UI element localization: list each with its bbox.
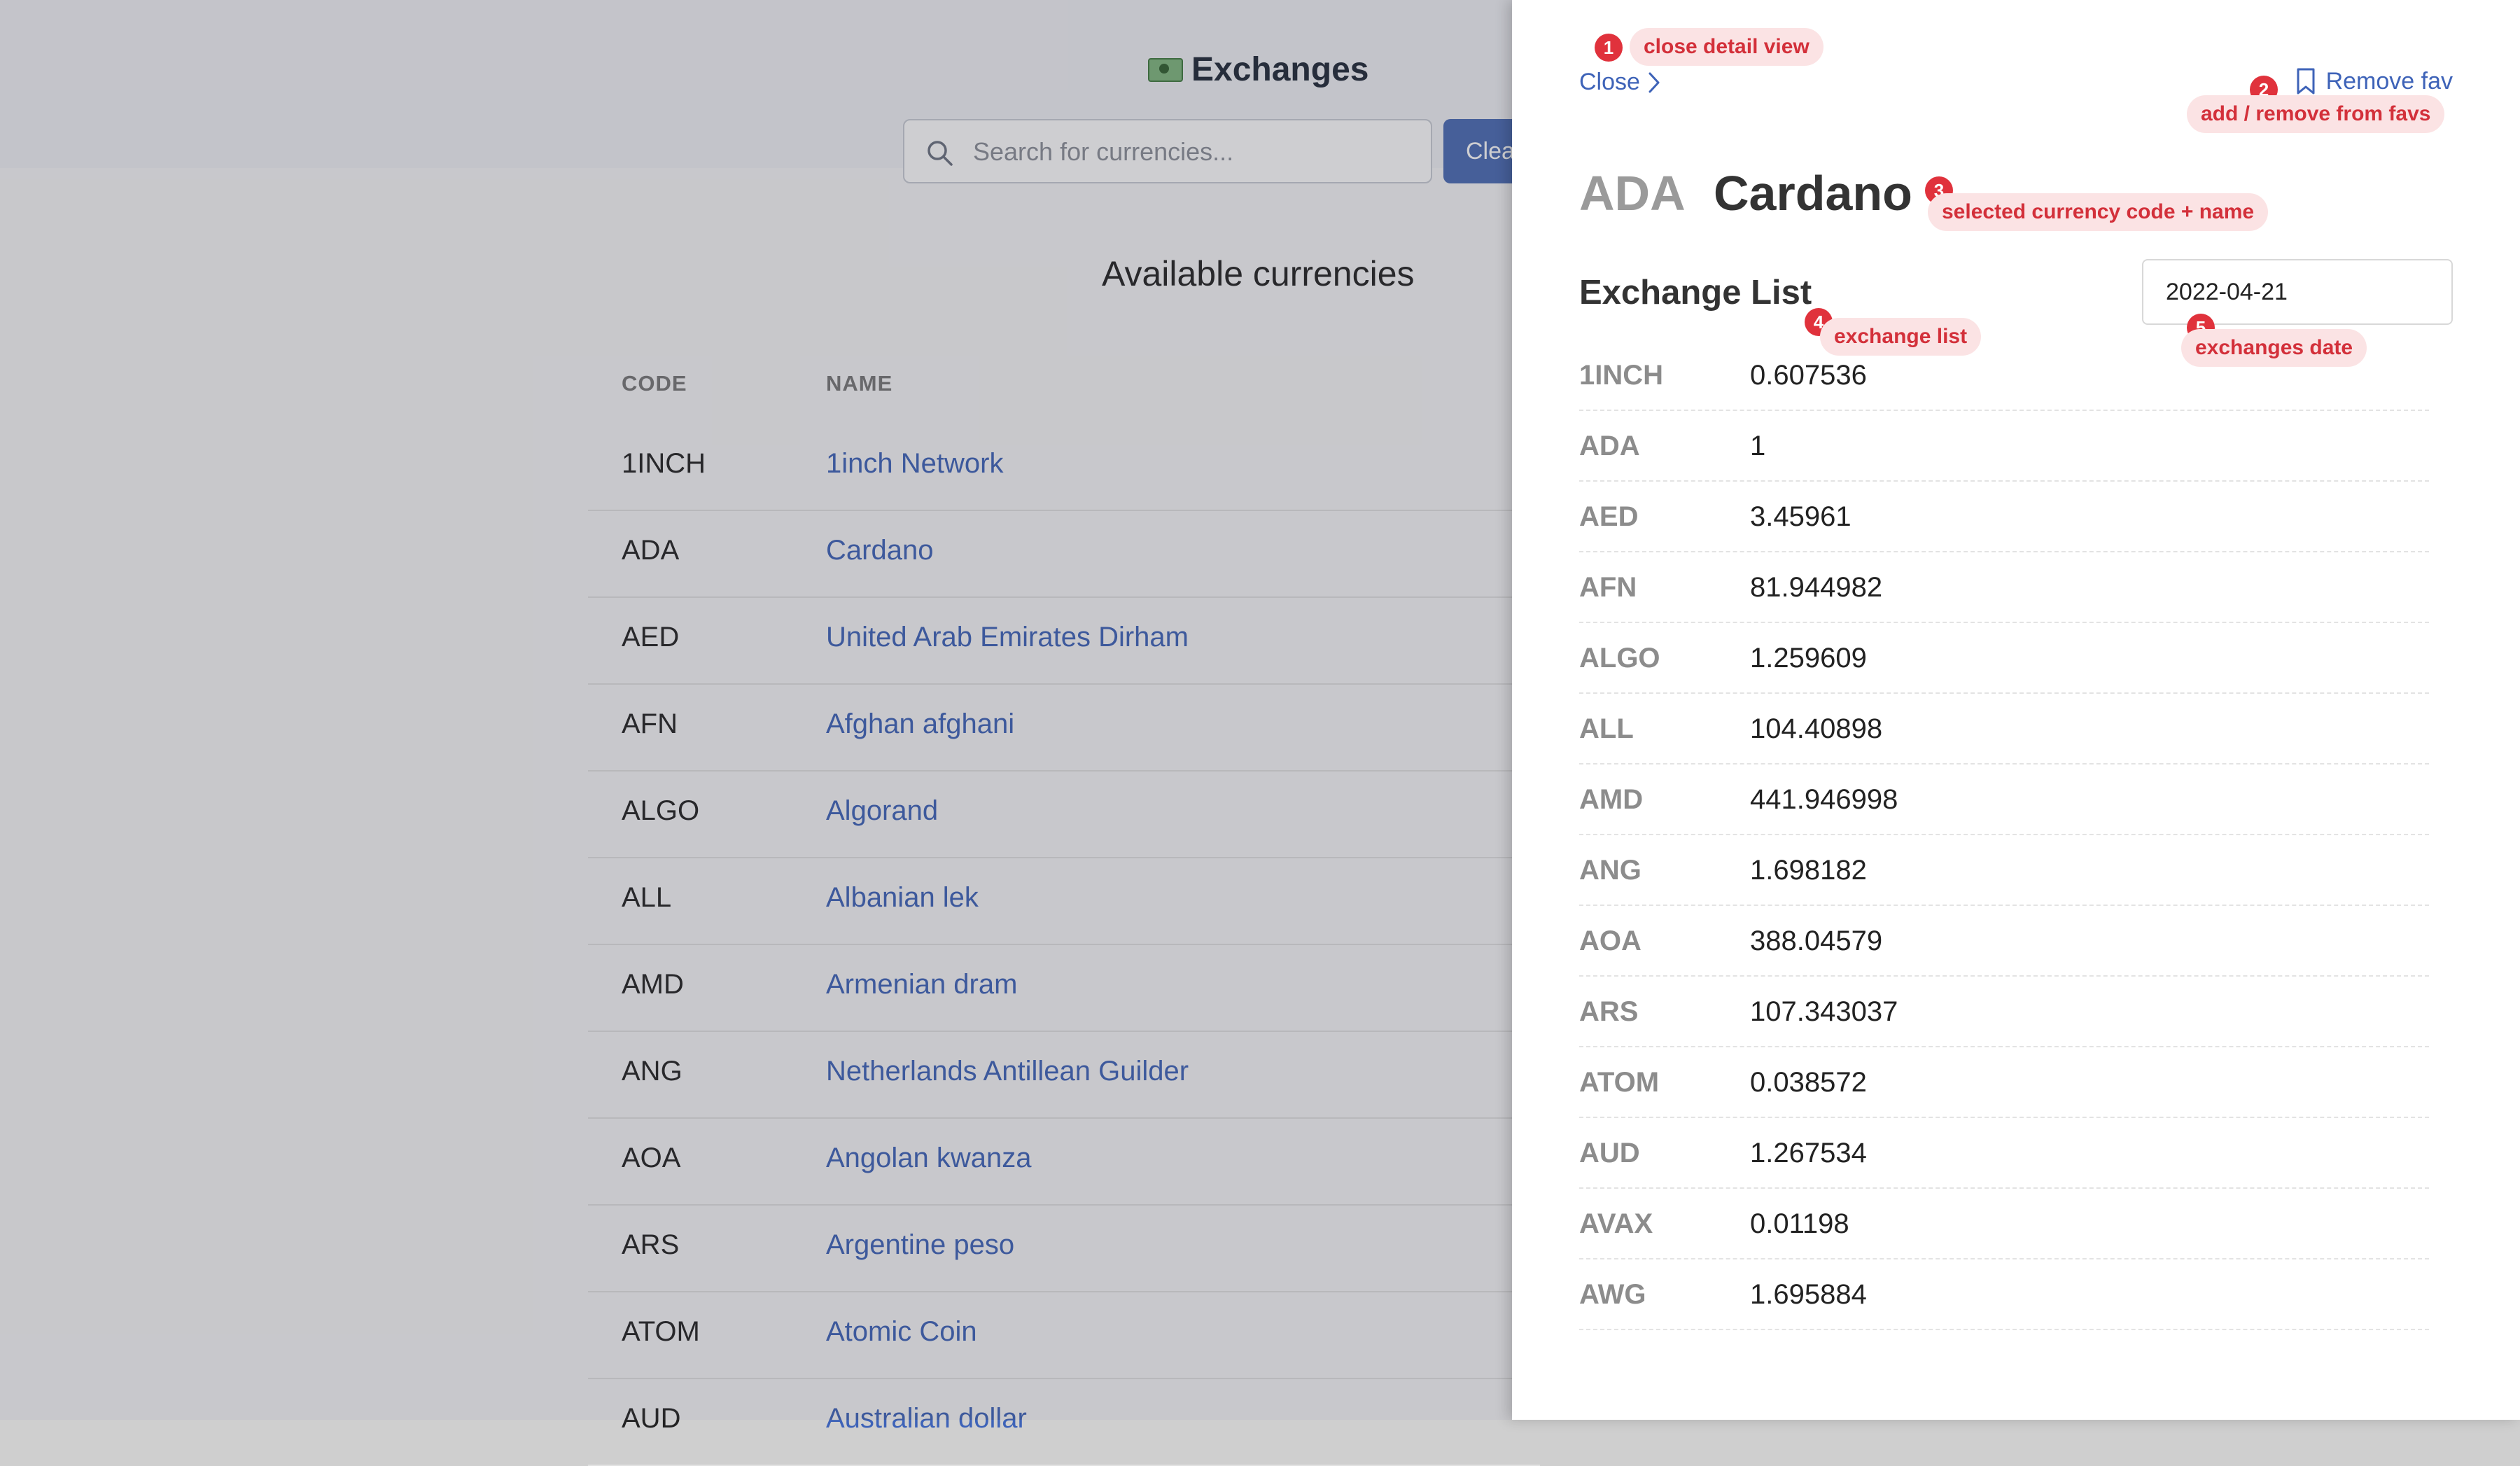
exchange-list-title: Exchange List bbox=[1579, 274, 1812, 312]
exchange-value: 0.607536 bbox=[1750, 360, 1867, 391]
exchange-value: 441.946998 bbox=[1750, 784, 1898, 815]
remove-fav-label: Remove fav bbox=[2325, 67, 2453, 95]
bookmark-icon bbox=[2297, 68, 2315, 95]
exchange-code: ALL bbox=[1579, 713, 1634, 744]
exchange-value: 3.45961 bbox=[1750, 501, 1851, 532]
exchange-code: AUD bbox=[1579, 1138, 1640, 1168]
exchange-value: 81.944982 bbox=[1750, 572, 1883, 603]
exchange-row: ADA 1 bbox=[1579, 411, 2429, 482]
exchange-list: 1INCH 0.607536 ADA 1 AED 3.45961 AFN 81.9449… bbox=[1579, 340, 2429, 1330]
exchange-code: AFN bbox=[1579, 572, 1637, 603]
annotation-number: 1 bbox=[1595, 34, 1623, 62]
exchange-row: AWG 1.695884 bbox=[1579, 1259, 2429, 1330]
exchange-code: ALGO bbox=[1579, 643, 1660, 673]
exchange-row: AOA 388.04579 bbox=[1579, 906, 2429, 977]
annotation-label: close detail view bbox=[1630, 28, 1823, 66]
exchange-code: AWG bbox=[1579, 1279, 1646, 1310]
exchange-value: 1.698182 bbox=[1750, 855, 1867, 886]
exchange-row: AFN 81.944982 bbox=[1579, 552, 2429, 623]
remove-fav-button[interactable]: Remove fav bbox=[2295, 67, 2453, 95]
exchange-code: ANG bbox=[1579, 855, 1642, 886]
exchange-row: ALL 104.40898 bbox=[1579, 694, 2429, 765]
exchange-value: 388.04579 bbox=[1750, 926, 1883, 956]
exchange-value: 0.038572 bbox=[1750, 1067, 1867, 1098]
exchange-row: ALGO 1.259609 bbox=[1579, 623, 2429, 694]
exchange-row: AED 3.45961 bbox=[1579, 482, 2429, 552]
exchange-row: AUD 1.267534 bbox=[1579, 1118, 2429, 1189]
exchange-row: AMD 441.946998 bbox=[1579, 765, 2429, 835]
exchange-code: AMD bbox=[1579, 784, 1644, 815]
exchange-row: ARS 107.343037 bbox=[1579, 977, 2429, 1047]
exchange-code: ARS bbox=[1579, 996, 1639, 1027]
exchange-row: ANG 1.698182 bbox=[1579, 835, 2429, 906]
annotation-label: exchanges date bbox=[2181, 329, 2367, 367]
annotation-label: add / remove from favs bbox=[2187, 95, 2445, 133]
chevron-right-icon bbox=[1648, 72, 1660, 92]
exchange-code: ATOM bbox=[1579, 1067, 1660, 1098]
exchange-date-input[interactable] bbox=[2142, 259, 2453, 325]
annotation-label: exchange list bbox=[1820, 318, 1982, 356]
exchange-value: 0.01198 bbox=[1750, 1208, 1849, 1239]
annotation-label: selected currency code + name bbox=[1928, 193, 2269, 231]
selected-currency-code: ADA bbox=[1579, 166, 1686, 221]
exchange-value: 1.695884 bbox=[1750, 1279, 1867, 1310]
exchange-code: AVAX bbox=[1579, 1208, 1653, 1239]
exchange-value: 1.259609 bbox=[1750, 643, 1867, 673]
exchange-value: 1 bbox=[1750, 431, 1766, 461]
exchange-code: AOA bbox=[1579, 926, 1642, 956]
exchange-code: AED bbox=[1579, 501, 1639, 532]
exchange-code: 1INCH bbox=[1579, 360, 1664, 391]
exchange-row: AVAX 0.01198 bbox=[1579, 1189, 2429, 1259]
currency-detail-panel: Close Remove fav ADA Cardano Exchange Li… bbox=[1512, 0, 2520, 1420]
exchange-row: ATOM 0.038572 bbox=[1579, 1047, 2429, 1118]
exchange-value: 1.267534 bbox=[1750, 1138, 1867, 1168]
exchange-value: 107.343037 bbox=[1750, 996, 1898, 1027]
exchange-code: ADA bbox=[1579, 431, 1640, 461]
close-label: Close bbox=[1579, 69, 1640, 95]
close-button[interactable]: Close bbox=[1579, 69, 1661, 96]
exchange-value: 104.40898 bbox=[1750, 713, 1883, 744]
selected-currency-name: Cardano bbox=[1714, 166, 1912, 221]
